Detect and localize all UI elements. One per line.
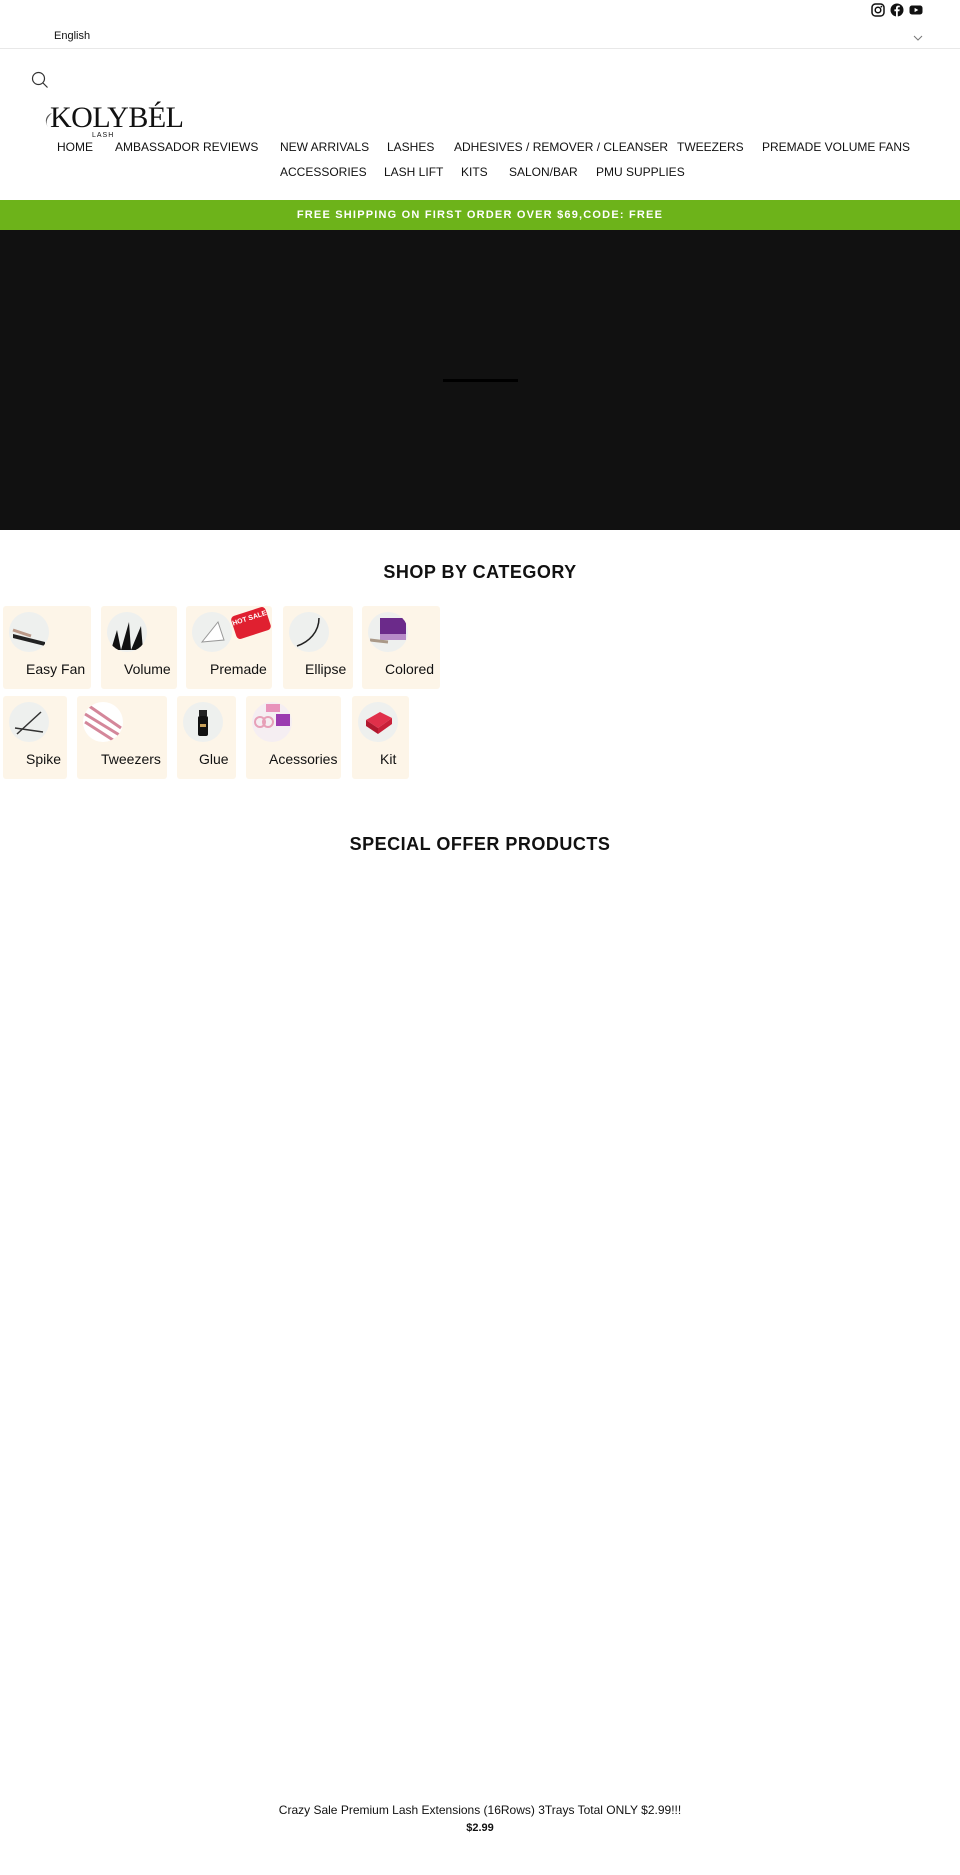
instagram-icon[interactable] [871,3,885,17]
category-label: Glue [199,751,229,767]
hot-sale-badge: HOT SALE [230,606,272,640]
kit-thumbnail [358,702,398,742]
category-glue[interactable]: Glue [177,696,236,779]
volume-thumbnail [107,612,147,652]
product-title-link[interactable]: Crazy Sale Premium Lash Extensions (16Ro… [0,1803,960,1817]
chevron-down-icon[interactable] [913,33,923,43]
category-label: Kit [380,751,397,767]
slide-indicator[interactable] [443,379,518,382]
category-label: Spike [26,751,62,767]
colored-thumbnail [368,612,408,652]
premade-thumbnail [192,612,232,652]
category-label: Tweezers [101,751,161,767]
facebook-icon[interactable] [890,3,904,17]
category-premade[interactable]: HOT SALE Premade [186,606,272,689]
category-label: Acessories [269,751,338,767]
category-kit[interactable]: Kit [352,696,409,779]
nav-item-lashes[interactable]: LASHES [387,140,434,154]
nav-item-ambassador-reviews[interactable]: AMBASSADOR REVIEWS [115,140,258,154]
category-colored[interactable]: Colored [362,606,440,689]
nav-item-home[interactable]: HOME [57,140,93,154]
youtube-icon[interactable] [909,3,923,17]
top-bar: English [0,0,960,49]
hero-slideshow[interactable] [0,230,960,530]
category-spike[interactable]: Spike [3,696,67,779]
language-selector[interactable]: English [54,30,90,42]
site-logo[interactable]: KOLYBÉL LASH [42,99,184,139]
shop-by-category-title: SHOP BY CATEGORY [383,562,577,582]
logo-tagline: LASH [92,132,115,139]
category-label: Colored [385,661,435,677]
promo-banner: FREE SHIPPING ON FIRST ORDER OVER $69,CO… [0,200,960,230]
spike-thumbnail [9,702,49,742]
nav-item-tweezers[interactable]: TWEEZERS [677,140,744,154]
ellipse-thumbnail [289,612,329,652]
nav-item-lash-lift[interactable]: LASH LIFT [384,165,443,179]
accessories-thumbnail [252,702,292,742]
category-tweezers[interactable]: Tweezers [77,696,167,779]
nav-item-premade-volume-fans[interactable]: PREMADE VOLUME FANS [762,140,910,154]
category-accessories[interactable]: Acessories [246,696,341,779]
category-label: Volume [124,661,171,677]
nav-item-adhesives[interactable]: ADHESIVES / REMOVER / CLEANSER [454,140,668,154]
category-label: Easy Fan [26,661,86,677]
nav-item-new-arrivals[interactable]: NEW ARRIVALS [280,140,369,154]
tweezers-thumbnail [83,702,123,742]
nav-item-kits[interactable]: KITS [461,165,488,179]
category-ellipse[interactable]: Ellipse [283,606,353,689]
category-label: Ellipse [305,661,347,677]
promo-text: FREE SHIPPING ON FIRST ORDER OVER $69,CO… [296,209,664,221]
nav-item-accessories[interactable]: ACCESSORIES [280,165,367,179]
glue-thumbnail [183,702,223,742]
search-icon[interactable] [31,71,49,89]
easy-fan-thumbnail [9,612,49,652]
product-price: $2.99 [466,1822,494,1834]
special-offer-title: SPECIAL OFFER PRODUCTS [349,834,611,854]
logo-text: KOLYBÉL [50,101,184,134]
category-easy-fan[interactable]: Easy Fan [3,606,91,689]
nav-item-salon-bar[interactable]: SALON/BAR [509,165,578,179]
category-volume[interactable]: Volume [101,606,177,689]
nav-item-pmu-supplies[interactable]: PMU SUPPLIES [596,165,685,179]
site-header: KOLYBÉL LASH HOME AMBASSADOR REVIEWS NEW… [0,49,960,200]
category-label: Premade [210,661,267,677]
